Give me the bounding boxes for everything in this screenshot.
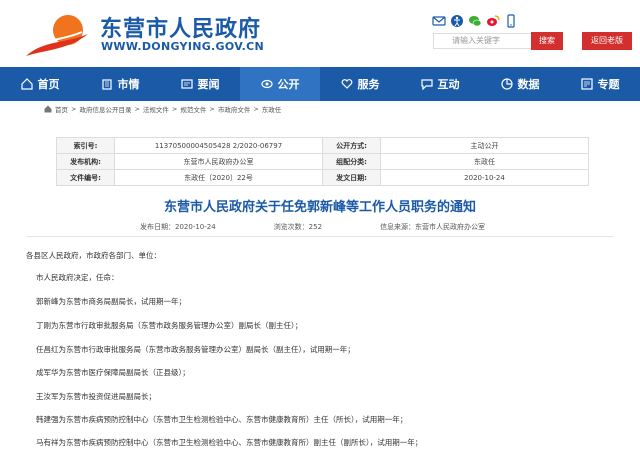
nav-item-data[interactable]: 数据 xyxy=(480,67,560,101)
divider xyxy=(26,236,614,237)
table-row: 发布机构: 东营市人民政府办公室 组配分类: 东政任 xyxy=(56,153,589,170)
nav-label: 要闻 xyxy=(197,78,220,91)
breadcrumb-item[interactable]: 规范文件 xyxy=(180,104,206,114)
wechat-icon[interactable] xyxy=(468,14,482,28)
site-title[interactable]: 东营市人民政府 xyxy=(100,11,261,43)
breadcrumb-item[interactable]: 政府信息公开目录 xyxy=(79,104,131,114)
nav-item-public[interactable]: 公开 xyxy=(240,67,320,101)
article-paragraph: 丁刚为东营市行政审批服务局（东营市政务服务管理办公室）副局长（副主任）； xyxy=(36,321,303,330)
top-icons xyxy=(432,14,518,28)
home-icon xyxy=(44,105,52,113)
home-icon xyxy=(20,78,33,90)
search-input[interactable]: 请输入关键字 xyxy=(433,33,533,49)
document-meta-table: 索引号: 11370500004505428 2/2020-06797 公开方式… xyxy=(56,137,589,186)
eye-icon xyxy=(260,79,273,89)
topic-icon xyxy=(580,78,593,90)
publish-date: 发布日期：2020-10-24 xyxy=(140,223,216,231)
nav-item-city[interactable]: 市情 xyxy=(80,67,160,101)
nav-item-service[interactable]: 服务 xyxy=(320,67,400,101)
article-paragraph: 成军华为东营市医疗保障局副局长（正县级）； xyxy=(36,368,190,377)
table-row: 索引号: 11370500004505428 2/2020-06797 公开方式… xyxy=(56,137,589,154)
old-version-button[interactable]: 返回老版 xyxy=(582,32,632,50)
nav-label: 市情 xyxy=(117,78,140,91)
table-row: 文件编号: 东政任〔2020〕22号 发文日期: 2020-10-24 xyxy=(56,169,589,186)
meta-value: 11370500004505428 2/2020-06797 xyxy=(114,137,323,154)
nav-item-topic[interactable]: 专题 xyxy=(560,67,640,101)
meta-value: 东政任〔2020〕22号 xyxy=(114,169,323,186)
nav-label: 专题 xyxy=(597,78,620,91)
chat-icon xyxy=(420,79,433,90)
nav-item-home[interactable]: 首页 xyxy=(0,67,80,101)
breadcrumb-item[interactable]: 首页 xyxy=(55,104,68,114)
nav-item-news[interactable]: 要闻 xyxy=(160,67,240,101)
nav-label: 首页 xyxy=(37,78,60,91)
weibo-icon[interactable] xyxy=(486,14,500,28)
article-paragraph: 郭新峰为东营市商务局副局长，试用期一年； xyxy=(36,297,186,306)
meta-value: 东政任 xyxy=(380,153,589,170)
article-paragraph: 各县区人民政府，市政府各部门、单位： xyxy=(26,251,161,260)
meta-label: 索引号: xyxy=(56,137,115,154)
meta-label: 文件编号: xyxy=(56,169,115,186)
search-button[interactable]: 搜索 xyxy=(531,32,563,50)
data-icon xyxy=(500,78,513,90)
news-icon xyxy=(180,79,193,89)
info-source: 信息来源：东营市人民政府办公室 xyxy=(380,223,486,231)
article-paragraph: 市人民政府决定，任命： xyxy=(36,273,119,282)
building-icon xyxy=(101,79,112,90)
nav-label: 互动 xyxy=(437,78,460,91)
nav-label: 数据 xyxy=(517,78,540,91)
mail-icon[interactable] xyxy=(432,14,446,28)
nav-label: 公开 xyxy=(277,78,300,91)
breadcrumb-item[interactable]: 市政府文件 xyxy=(218,104,251,114)
breadcrumb-item[interactable]: 法规文件 xyxy=(143,104,169,114)
meta-value: 2020-10-24 xyxy=(380,169,589,186)
article-title: 东营市人民政府关于任免郭新峰等工作人员职务的通知 xyxy=(163,200,476,215)
mobile-icon[interactable] xyxy=(504,14,518,28)
site-header: 东营市人民政府 WWW.DONGYING.GOV.CN 请输入关键字 搜索 返回… xyxy=(0,0,640,67)
meta-value: 主动公开 xyxy=(380,137,589,154)
nav-label: 服务 xyxy=(357,78,380,91)
nav-item-interact[interactable]: 互动 xyxy=(400,67,480,101)
breadcrumb: 首页 > 政府信息公开目录 > 法规文件 > 规范文件 > 市政府文件 > 东政任 xyxy=(44,104,281,114)
meta-label: 公开方式: xyxy=(322,137,381,154)
article-info: 发布日期：2020-10-24 浏览次数：252 信息来源：东营市人民政府办公室 xyxy=(140,222,485,232)
article-paragraph: 韩建强为东营市疾病预防控制中心（东营市卫生检测检验中心、东营市健康教育所）主任（… xyxy=(36,415,408,424)
article-paragraph: 王汝军为东营市投资促进局副局长； xyxy=(36,392,156,401)
logo-icon[interactable] xyxy=(24,10,90,58)
meta-label: 发文日期: xyxy=(322,169,381,186)
main-nav: 首页 市情 要闻 公开 服务 互动 数据 专题 xyxy=(0,67,640,101)
accessibility-icon[interactable] xyxy=(450,14,464,28)
view-count: 浏览次数：252 xyxy=(273,223,323,231)
meta-label: 发布机构: xyxy=(56,153,115,170)
meta-label: 组配分类: xyxy=(322,153,381,170)
article-paragraph: 任昌红为东营市行政审批服务局（东营市政务服务管理办公室）副局长（副主任），试用期… xyxy=(36,345,355,354)
site-url: WWW.DONGYING.GOV.CN xyxy=(101,40,264,53)
breadcrumb-item[interactable]: 东政任 xyxy=(262,104,282,114)
meta-value: 东营市人民政府办公室 xyxy=(114,153,323,170)
article-paragraph: 马有祥为东营市疾病预防控制中心（东营市卫生检测检验中心、东营市健康教育所）副主任… xyxy=(36,438,423,447)
heart-icon xyxy=(341,79,352,89)
